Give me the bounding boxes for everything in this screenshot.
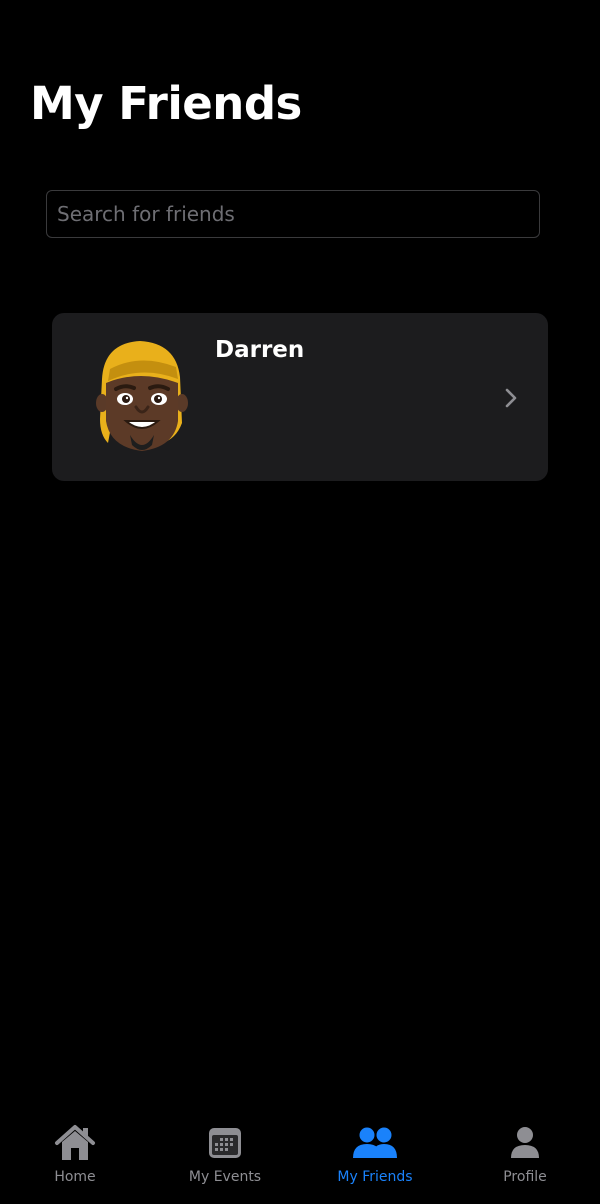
chevron-right-icon [505,388,517,408]
search-box[interactable] [46,190,540,238]
calendar-icon [209,1128,241,1158]
tab-home[interactable]: Home [0,1104,150,1204]
search-input[interactable] [47,191,539,237]
tab-label: Profile [503,1169,547,1185]
house-icon [55,1125,95,1160]
tab-label: Home [54,1169,96,1185]
page-title: My Friends [30,77,302,130]
memoji-avatar-icon [96,341,188,451]
friend-row-darren[interactable]: Darren [52,313,548,481]
tab-my-events[interactable]: My Events [150,1104,300,1204]
tab-bar: Home My Events My Friends Profile [0,1104,600,1204]
tab-profile[interactable]: Profile [450,1104,600,1204]
tab-my-friends[interactable]: My Friends [300,1104,450,1204]
person-icon [511,1127,539,1158]
friend-name: Darren [215,337,305,363]
people-icon [353,1127,397,1158]
tab-label: My Friends [337,1169,413,1185]
tab-label: My Events [188,1169,262,1185]
